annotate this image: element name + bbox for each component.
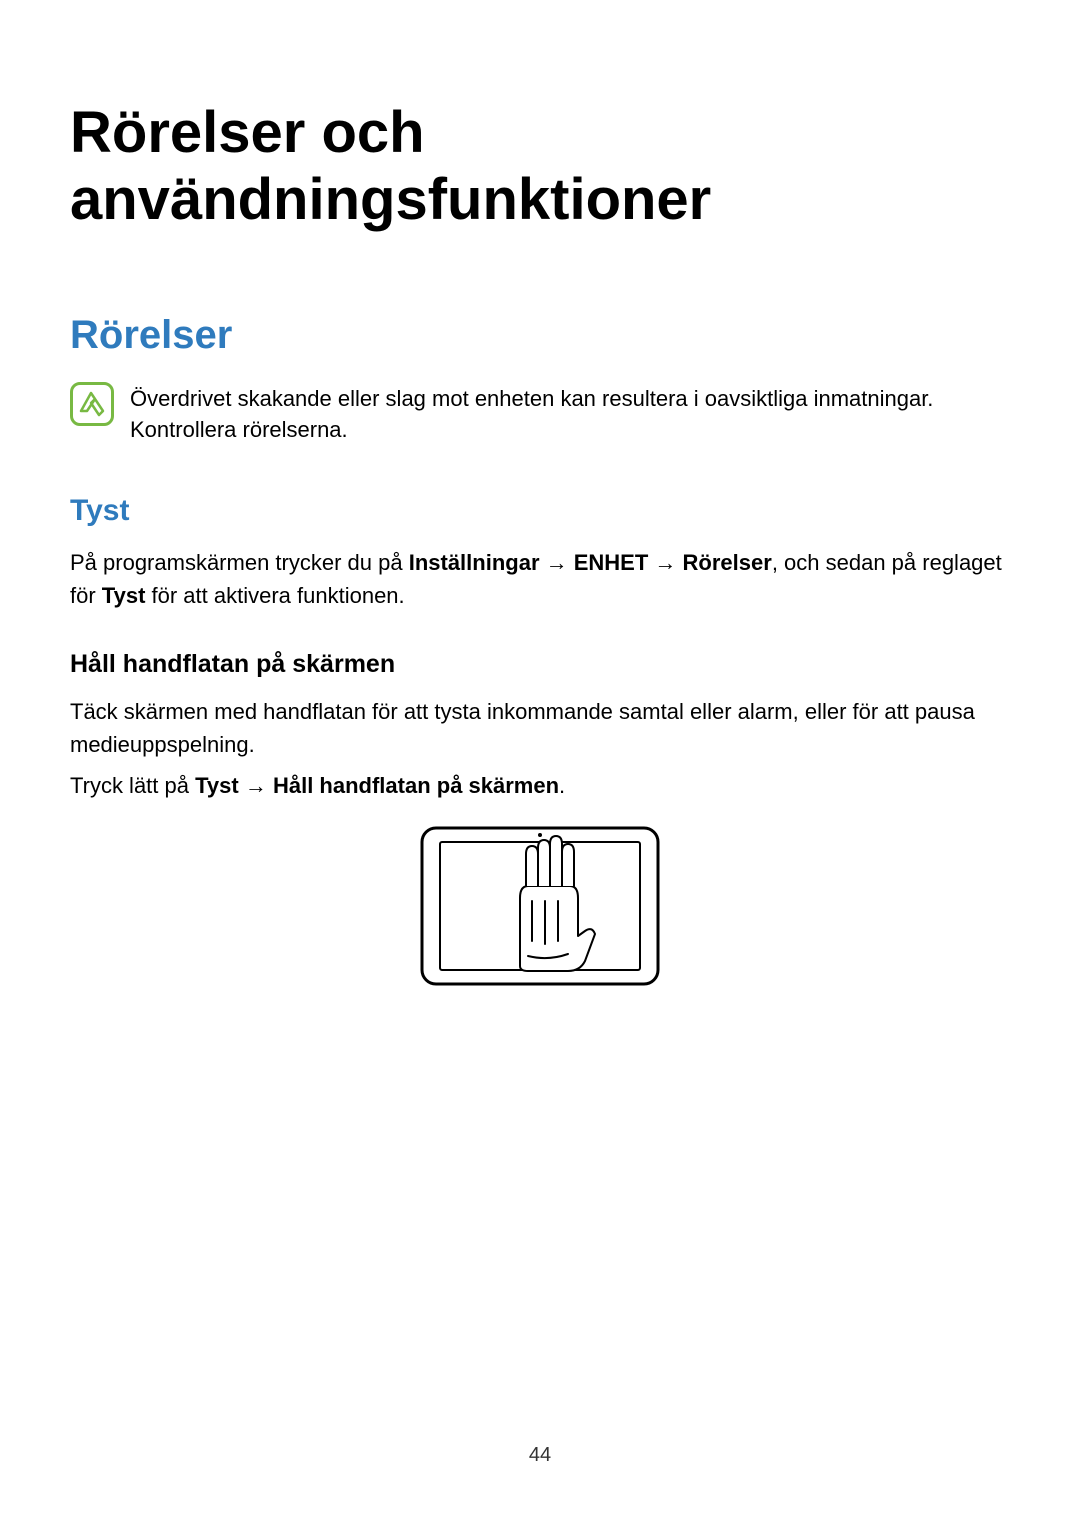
paragraph-1: På programskärmen trycker du på Inställn… (70, 546, 1010, 612)
p1-b1: Inställningar (409, 550, 540, 575)
palm-on-tablet-illustration (420, 826, 660, 986)
section-title: Rörelser (70, 313, 1010, 358)
p3-b2: Håll handflatan på skärmen (273, 773, 559, 798)
page-content: Rörelser och användningsfunktioner Rörel… (0, 0, 1080, 986)
illustration-container (70, 826, 1010, 986)
main-title: Rörelser och användningsfunktioner (70, 100, 1010, 233)
note-icon (70, 382, 114, 426)
sub-heading: Håll handflatan på skärmen (70, 650, 1010, 679)
p3-pre: Tryck lätt på (70, 773, 195, 798)
p3-arrow: → (239, 773, 273, 798)
p3-post: . (559, 773, 565, 798)
p1-b2: ENHET (574, 550, 649, 575)
subsection-title: Tyst (70, 494, 1010, 528)
paragraph-2: Täck skärmen med handflatan för att tyst… (70, 695, 1010, 761)
p3-b1: Tyst (195, 773, 239, 798)
note-box: Överdrivet skakande eller slag mot enhet… (70, 382, 1010, 446)
p1-b3: Rörelser (683, 550, 772, 575)
p1-post: för att aktivera funktionen. (145, 583, 404, 608)
p1-arrow1: → (540, 550, 574, 575)
p1-pre: På programskärmen trycker du på (70, 550, 409, 575)
p1-b4: Tyst (102, 583, 146, 608)
note-text: Överdrivet skakande eller slag mot enhet… (130, 382, 1010, 446)
paragraph-3: Tryck lätt på Tyst → Håll handflatan på … (70, 769, 1010, 802)
p1-arrow2: → (648, 550, 682, 575)
page-number: 44 (0, 1444, 1080, 1467)
